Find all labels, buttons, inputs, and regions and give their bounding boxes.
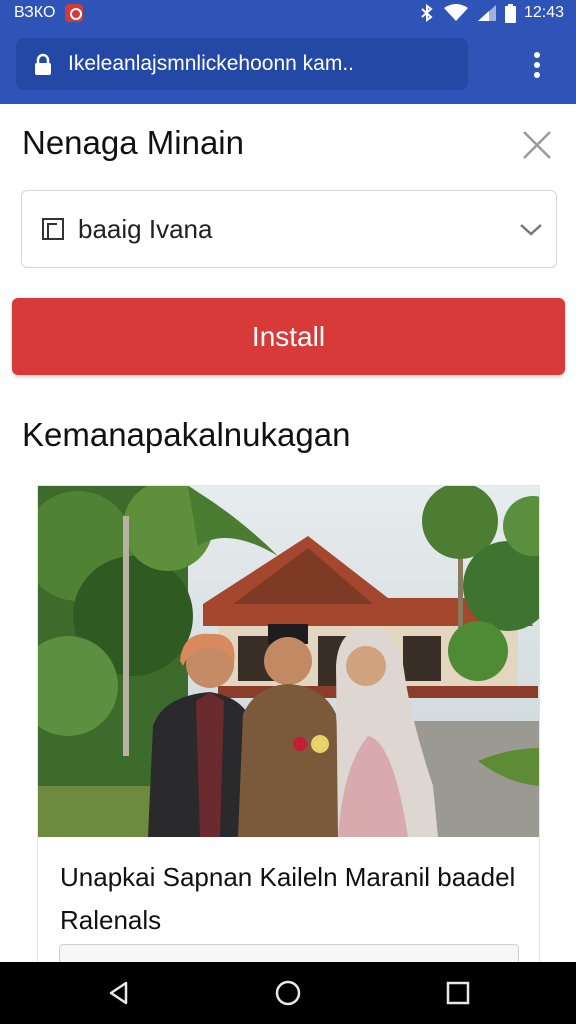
status-right: 12:43 [419, 3, 564, 23]
url-text: Ikeleanlajsmnlickehoonn kam.. [68, 52, 354, 75]
close-icon[interactable] [518, 126, 556, 164]
lock-icon [35, 53, 51, 75]
url-bar[interactable]: Ikeleanlajsmnlickehoonn kam.. [16, 38, 468, 90]
article-photo [38, 486, 539, 837]
signal-icon [477, 5, 496, 21]
select-value: baaig Ivana [78, 213, 213, 244]
dialog-title: Nenaga Minain [22, 124, 244, 161]
bluetooth-icon [421, 4, 433, 22]
battery-icon [504, 3, 516, 23]
back-icon[interactable] [104, 978, 134, 1008]
browser-toolbar: Ikeleanlajsmnlickehoonn kam.. [0, 26, 576, 104]
document-icon [42, 218, 64, 240]
status-time: 12:43 [523, 4, 564, 21]
notification-icon [65, 4, 84, 22]
status-left: ВЗКО [14, 4, 84, 22]
recents-icon[interactable] [443, 978, 473, 1008]
section-heading: Kemanapakalnukagan [22, 416, 351, 453]
article-card[interactable]: Unapkai Sapnan Kaileln Maranil baadel Ra… [37, 485, 540, 965]
more-vert-icon[interactable] [522, 48, 552, 82]
navigation-bar [0, 962, 576, 1024]
account-select[interactable]: baaig Ivana [21, 190, 557, 268]
status-bar: ВЗКО 12:43 [0, 0, 576, 26]
install-button[interactable]: Install [12, 298, 565, 375]
article-title: Unapkai Sapnan Kaileln Maranil baadel Ra… [60, 862, 516, 935]
chevron-down-icon [520, 224, 542, 236]
wifi-icon [443, 4, 468, 21]
home-icon[interactable] [273, 978, 303, 1008]
status-carrier-text: ВЗКО [14, 4, 56, 21]
